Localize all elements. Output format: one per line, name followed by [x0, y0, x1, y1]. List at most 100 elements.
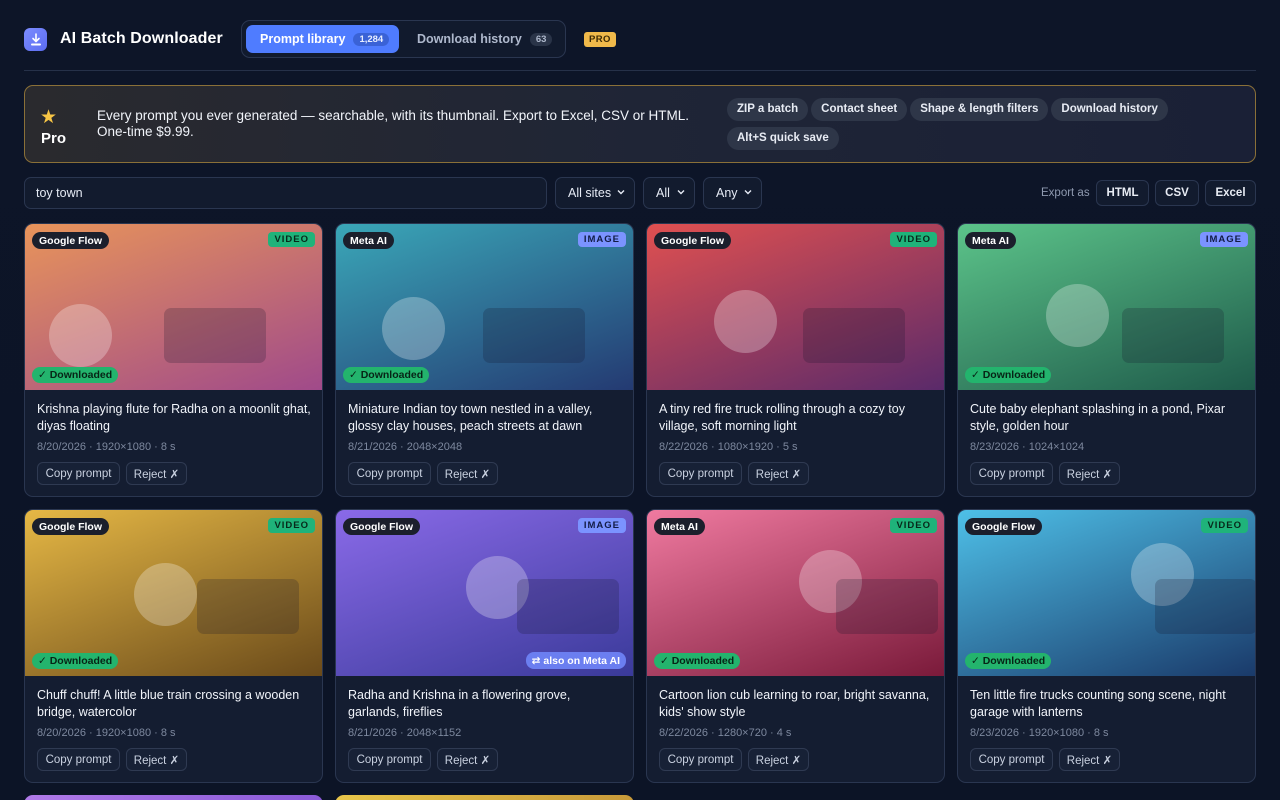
site-badge: Google Flow — [654, 232, 731, 249]
export-html-button[interactable]: HTML — [1096, 180, 1149, 206]
header-divider — [24, 70, 1256, 71]
card-thumbnail[interactable]: Google Flow VIDEO ✓ Downloaded — [25, 510, 322, 676]
star-icon: ★ — [40, 107, 58, 128]
media-type-badge: IMAGE — [577, 232, 626, 247]
card-thumbnail[interactable]: Google Flow VIDEO — [647, 224, 944, 390]
type-filter-value: All — [656, 186, 670, 200]
reject-button[interactable]: Reject ✗ — [437, 748, 498, 771]
reject-button[interactable]: Reject ✗ — [1059, 748, 1120, 771]
copy-prompt-button[interactable]: Copy prompt — [348, 748, 431, 771]
thumbnail-shape — [1122, 308, 1224, 363]
prompt-meta: 8/23/2026 · 1024×1024 — [970, 441, 1085, 453]
copy-prompt-button[interactable]: Copy prompt — [348, 462, 431, 485]
downloaded-badge: ✓ Downloaded — [965, 653, 1052, 669]
site-badge: Google Flow — [32, 518, 109, 535]
chevron-down-icon — [677, 190, 685, 195]
prompt-card[interactable]: Meta AI IMAGE ✓ Downloaded Miniature Indian… — [335, 223, 634, 497]
prompt-card[interactable]: Google Flow VIDEO ✓ Downloaded Chuff chuff!… — [24, 509, 323, 783]
reject-button[interactable]: Reject ✗ — [748, 462, 809, 485]
media-type-badge: IMAGE — [577, 518, 626, 533]
copy-prompt-button[interactable]: Copy prompt — [37, 748, 120, 771]
copy-prompt-button[interactable]: Copy prompt — [970, 748, 1053, 771]
type-filter-select[interactable]: All — [643, 177, 695, 209]
reject-button[interactable]: Reject ✗ — [748, 748, 809, 771]
tab-prompt-library[interactable]: Prompt library 1,284 — [246, 25, 399, 53]
prompt-card[interactable]: Meta AI IMAGE ✓ Downloaded Cute baby elepha… — [957, 223, 1256, 497]
site-filter-value: All sites — [568, 186, 612, 200]
thumbnail-shape — [483, 308, 585, 363]
thumbnail-shape — [714, 290, 777, 353]
card-thumbnail[interactable]: Meta AI IMAGE ✓ Downloaded — [336, 224, 633, 390]
prompt-card[interactable]: Google Flow VIDEO ✓ Downloaded Krishna play… — [24, 223, 323, 497]
copy-prompt-button[interactable]: Copy prompt — [37, 462, 120, 485]
banner-text: Every prompt you ever generated — search… — [97, 108, 690, 139]
thumbnail-shape — [836, 579, 938, 634]
site-badge: Meta AI — [965, 232, 1016, 249]
site-badge: Google Flow — [32, 232, 109, 249]
thumbnail-shape — [1046, 284, 1109, 347]
card-thumbnail[interactable]: Meta AI IMAGE ✓ Downloaded — [958, 224, 1255, 390]
also-on-badge[interactable]: ⇄ also on Meta AI — [525, 652, 626, 669]
app-title: AI Batch Downloader — [60, 30, 223, 47]
card-thumbnail[interactable]: Meta AI VIDEO ✓ Downloaded — [647, 510, 944, 676]
prompt-text: Cute baby elephant splashing in a pond, … — [970, 402, 1226, 433]
prompt-meta: 8/21/2026 · 2048×1152 — [348, 727, 462, 739]
tab-label: Prompt library — [260, 32, 346, 46]
prompt-text: Ten little fire trucks counting song sce… — [970, 688, 1226, 719]
feature-chip: Download history — [1051, 98, 1168, 121]
tab-label: Download history — [417, 32, 522, 46]
chevron-down-icon — [744, 190, 752, 195]
prompt-card[interactable]: Google Flow IMAGE ⇄ also on Meta AI Radha a… — [335, 509, 634, 783]
pro-banner: ★ Pro Every prompt you ever generated — … — [24, 85, 1256, 163]
downloaded-badge: ✓ Downloaded — [32, 653, 119, 669]
reject-button[interactable]: Reject ✗ — [437, 462, 498, 485]
feature-chip: Alt+S quick save — [727, 127, 839, 150]
download-icon — [24, 28, 47, 51]
card-thumbnail[interactable]: Google Flow VIDEO ✓ Downloaded — [958, 510, 1255, 676]
thumbnail-shape — [134, 563, 197, 626]
app-header: AI Batch Downloader Prompt library 1,284… — [24, 20, 1256, 60]
thumbnail-shape — [49, 304, 112, 367]
prompt-meta: 8/22/2026 · 1280×720 · 4 s — [659, 727, 792, 739]
card-thumbnail-peek — [335, 795, 634, 800]
prompt-card[interactable]: Meta AI VIDEO ✓ Downloaded Cartoon lion cub… — [646, 509, 945, 783]
copy-prompt-button[interactable]: Copy prompt — [970, 462, 1053, 485]
prompt-text: Miniature Indian toy town nestled in a v… — [348, 402, 593, 433]
tab-count: 1,284 — [353, 32, 390, 46]
card-thumbnail[interactable]: Google Flow IMAGE ⇄ also on Meta AI — [336, 510, 633, 676]
site-filter-select[interactable]: All sites — [555, 177, 635, 209]
thumbnail-shape — [1155, 579, 1255, 634]
tab-download-history[interactable]: Download history 63 — [404, 25, 564, 53]
site-badge: Google Flow — [965, 518, 1042, 535]
copy-prompt-button[interactable]: Copy prompt — [659, 748, 742, 771]
prompt-text: A tiny red fire truck rolling through a … — [659, 402, 905, 433]
status-filter-select[interactable]: Any — [703, 177, 762, 209]
feature-chips: ZIP a batch Contact sheet Shape & length f… — [727, 98, 1207, 156]
search-input[interactable] — [24, 177, 547, 209]
reject-button[interactable]: Reject ✗ — [126, 748, 187, 771]
prompt-text: Chuff chuff! A little blue train crossin… — [37, 688, 300, 719]
feature-chip: ZIP a batch — [727, 98, 809, 121]
prompt-card[interactable]: Google Flow VIDEO ✓ Downloaded Ten little f… — [957, 509, 1256, 783]
export-excel-button[interactable]: Excel — [1205, 180, 1256, 206]
prompt-meta: 8/21/2026 · 2048×2048 — [348, 441, 463, 453]
banner-pro-label: Pro — [41, 130, 67, 147]
site-badge: Meta AI — [654, 518, 705, 535]
media-type-badge: VIDEO — [890, 518, 937, 533]
prompt-text: Krishna playing flute for Radha on a moo… — [37, 402, 311, 433]
thumbnail-shape — [382, 297, 445, 360]
card-thumbnail[interactable]: Google Flow VIDEO ✓ Downloaded — [25, 224, 322, 390]
reject-button[interactable]: Reject ✗ — [1059, 462, 1120, 485]
feature-chip: Shape & length filters — [910, 98, 1049, 121]
downloaded-badge: ✓ Downloaded — [654, 653, 741, 669]
prompt-meta: 8/20/2026 · 1920×1080 · 8 s — [37, 727, 176, 739]
downloaded-badge: ✓ Downloaded — [32, 367, 119, 383]
pro-badge[interactable]: PRO — [584, 32, 616, 47]
thumbnail-shape — [164, 308, 266, 363]
copy-prompt-button[interactable]: Copy prompt — [659, 462, 742, 485]
reject-button[interactable]: Reject ✗ — [126, 462, 187, 485]
tab-bar: Prompt library 1,284 Download history 63 — [241, 20, 566, 58]
export-csv-button[interactable]: CSV — [1155, 180, 1199, 206]
media-type-badge: VIDEO — [268, 518, 315, 533]
prompt-card[interactable]: Google Flow VIDEO A tiny red fire truck ro… — [646, 223, 945, 497]
